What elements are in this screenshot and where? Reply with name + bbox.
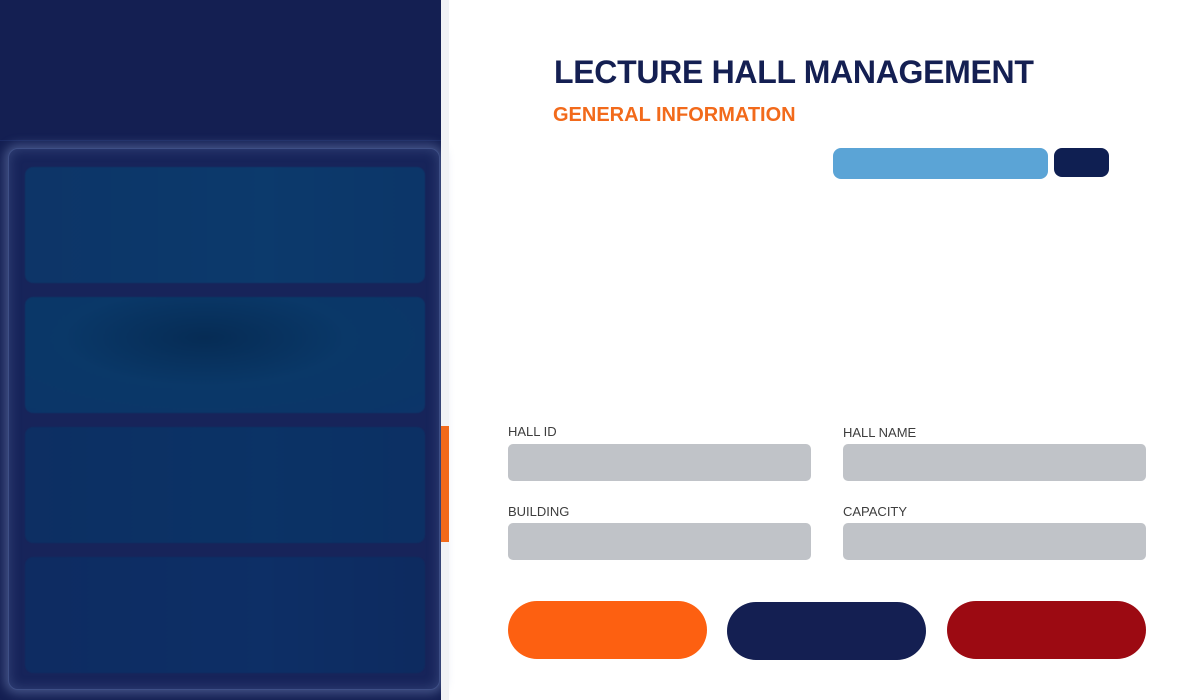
hall-name-label: HALL NAME (843, 425, 917, 440)
page-title: LECTURE HALL MANAGEMENT (554, 54, 1034, 90)
list-item[interactable] (25, 297, 425, 413)
sidebar-divider (441, 0, 449, 700)
hall-id-field[interactable] (508, 444, 811, 481)
capacity-label: CAPACITY (843, 504, 908, 519)
scrollbar-thumb[interactable] (441, 426, 449, 542)
section-title: GENERAL INFORMATION (553, 104, 796, 126)
building-field[interactable] (508, 523, 811, 560)
sidebar (0, 0, 441, 700)
hall-list-panel[interactable] (8, 148, 440, 690)
building-label: BUILDING (508, 504, 570, 519)
list-item[interactable] (25, 557, 425, 673)
capacity-field[interactable] (843, 523, 1146, 560)
app-window: LECTURE HALL MANAGEMENT GENERAL INFORMAT… (0, 0, 1200, 700)
list-item[interactable] (25, 427, 425, 543)
sidebar-header (0, 0, 441, 141)
hall-id-label: HALL ID (508, 424, 557, 439)
add-button[interactable] (508, 601, 707, 659)
update-button[interactable] (727, 602, 926, 660)
search-input[interactable] (833, 148, 1048, 179)
search-button[interactable] (1054, 148, 1109, 177)
delete-button[interactable] (947, 601, 1146, 659)
hall-name-field[interactable] (843, 444, 1146, 481)
list-item[interactable] (25, 167, 425, 283)
